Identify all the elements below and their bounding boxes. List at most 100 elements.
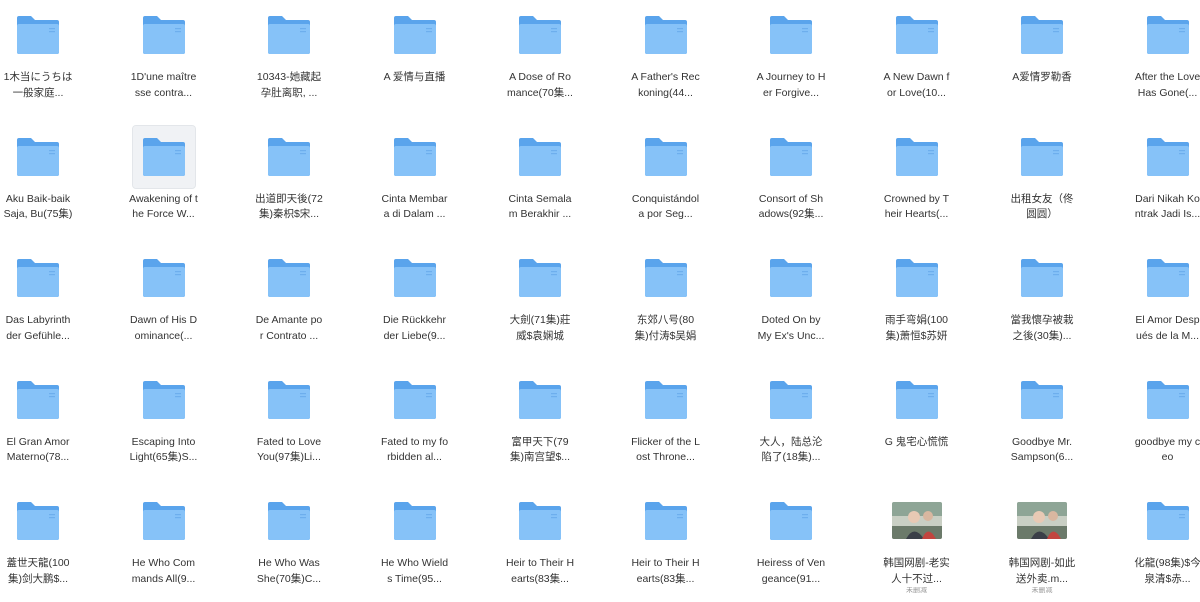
video-file-item[interactable]: 韩国网剧-如此送外卖.m... 未删减: [994, 490, 1090, 593]
folder-item[interactable]: 雨手弯娟(100集)萧恒$苏妍: [869, 247, 965, 344]
item-thumbnail[interactable]: [1137, 490, 1199, 552]
item-thumbnail[interactable]: [1137, 4, 1199, 66]
item-thumbnail[interactable]: [760, 369, 822, 431]
folder-item[interactable]: Cinta Membara di Dalam ...: [367, 126, 463, 223]
folder-item[interactable]: Fated to Love You(97集)Li...: [241, 369, 337, 466]
item-thumbnail[interactable]: [258, 4, 320, 66]
folder-item[interactable]: 大人，陆总沦陷了(18集)...: [743, 369, 839, 466]
item-thumbnail[interactable]: [258, 126, 320, 188]
item-thumbnail[interactable]: [509, 126, 571, 188]
folder-item[interactable]: Fated to my forbidden al...: [367, 369, 463, 466]
folder-item[interactable]: El Amor Después de la M...: [1120, 247, 1200, 344]
folder-item[interactable]: Aku Baik-baik Saja, Bu(75集): [0, 126, 86, 223]
folder-item[interactable]: Flicker of the Lost Throne...: [618, 369, 714, 466]
item-thumbnail[interactable]: [258, 490, 320, 552]
folder-item[interactable]: Heir to Their Hearts(83集...: [492, 490, 588, 587]
folder-item[interactable]: 10343-她藏起孕肚离职, ...: [241, 4, 337, 101]
folder-item[interactable]: Awakening of the Force W...: [116, 124, 212, 223]
item-thumbnail[interactable]: [1137, 247, 1199, 309]
item-thumbnail[interactable]: [384, 369, 446, 431]
folder-item[interactable]: 化龍(98集)$今泉清$赤...: [1120, 490, 1200, 587]
item-thumbnail[interactable]: [1011, 369, 1073, 431]
folder-item[interactable]: Das Labyrinth der Gefühle...: [0, 247, 86, 344]
folder-item[interactable]: He Who Was She(70集)C...: [241, 490, 337, 587]
folder-item[interactable]: A爱情罗勒香: [994, 4, 1090, 86]
item-thumbnail[interactable]: [1137, 126, 1199, 188]
folder-item[interactable]: Doted On by My Ex's Unc...: [743, 247, 839, 344]
item-thumbnail[interactable]: [760, 247, 822, 309]
folder-item[interactable]: 大劍(71集)莊威$袁娴城: [492, 247, 588, 344]
folder-item[interactable]: El Gran Amor Materno(78...: [0, 369, 86, 466]
folder-item[interactable]: 1D'une maîtresse contra...: [116, 4, 212, 101]
item-thumbnail[interactable]: [131, 124, 196, 189]
folder-item[interactable]: He Who Commands All(9...: [116, 490, 212, 587]
item-thumbnail[interactable]: [1011, 4, 1073, 66]
folder-item[interactable]: A Journey to Her Forgive...: [743, 4, 839, 101]
folder-item[interactable]: 當我懷孕被栽之後(30集)...: [994, 247, 1090, 344]
folder-item[interactable]: Crowned by Their Hearts(...: [869, 126, 965, 223]
folder-item[interactable]: Conquistándola por Seg...: [618, 126, 714, 223]
item-thumbnail[interactable]: [133, 4, 195, 66]
item-thumbnail[interactable]: [7, 490, 69, 552]
item-thumbnail[interactable]: [509, 490, 571, 552]
folder-item[interactable]: He Who Wields Time(95...: [367, 490, 463, 587]
item-thumbnail[interactable]: [886, 247, 948, 309]
item-thumbnail[interactable]: [133, 247, 195, 309]
item-thumbnail[interactable]: [1137, 369, 1199, 431]
item-thumbnail[interactable]: [1011, 247, 1073, 309]
folder-item[interactable]: Die Rückkehr der Liebe(9...: [367, 247, 463, 344]
folder-item[interactable]: 1木当にうちは一般家庭...: [0, 4, 86, 101]
folder-item[interactable]: Heir to Their Hearts(83集...: [618, 490, 714, 587]
item-thumbnail[interactable]: [886, 490, 948, 552]
folder-item[interactable]: 东郊八号(80集)付涛$吴娟: [618, 247, 714, 344]
folder-item[interactable]: 出租女友（佟圆圆）: [994, 126, 1090, 223]
folder-item[interactable]: A Dose of Romance(70集...: [492, 4, 588, 101]
folder-item[interactable]: De Amante por Contrato ...: [241, 247, 337, 344]
folder-item[interactable]: 出道即天後(72集)秦枳$宋...: [241, 126, 337, 223]
item-thumbnail[interactable]: [384, 490, 446, 552]
item-thumbnail[interactable]: [1011, 126, 1073, 188]
folder-item[interactable]: goodbye my ceo: [1120, 369, 1200, 466]
item-thumbnail[interactable]: [635, 247, 697, 309]
item-thumbnail[interactable]: [384, 247, 446, 309]
item-thumbnail[interactable]: [384, 4, 446, 66]
item-thumbnail[interactable]: [7, 369, 69, 431]
item-thumbnail[interactable]: [886, 126, 948, 188]
folder-item[interactable]: Heiress of Vengeance(91...: [743, 490, 839, 587]
folder-item[interactable]: A 爱情与直播: [367, 4, 463, 86]
item-thumbnail[interactable]: [635, 4, 697, 66]
folder-item[interactable]: After the Love Has Gone(...: [1120, 4, 1200, 101]
folder-item[interactable]: Dawn of His Dominance(...: [116, 247, 212, 344]
item-thumbnail[interactable]: [7, 247, 69, 309]
video-file-item[interactable]: 韩国网剧-老实人十不过... 未删减: [869, 490, 965, 593]
item-thumbnail[interactable]: [886, 369, 948, 431]
item-thumbnail[interactable]: [760, 490, 822, 552]
item-thumbnail[interactable]: [1011, 490, 1073, 552]
item-thumbnail[interactable]: [509, 247, 571, 309]
folder-item[interactable]: A New Dawn for Love(10...: [869, 4, 965, 101]
folder-item[interactable]: Escaping Into Light(65集)S...: [116, 369, 212, 466]
folder-item[interactable]: Consort of Shadows(92集...: [743, 126, 839, 223]
item-thumbnail[interactable]: [133, 369, 195, 431]
item-thumbnail[interactable]: [635, 126, 697, 188]
item-thumbnail[interactable]: [635, 490, 697, 552]
folder-item[interactable]: A Father's Reckoning(44...: [618, 4, 714, 101]
folder-item[interactable]: Cinta Semalam Berakhir ...: [492, 126, 588, 223]
folder-item[interactable]: Dari Nikah Kontrak Jadi Is...: [1120, 126, 1200, 223]
item-thumbnail[interactable]: [760, 4, 822, 66]
item-thumbnail[interactable]: [258, 369, 320, 431]
item-thumbnail[interactable]: [509, 369, 571, 431]
item-thumbnail[interactable]: [384, 126, 446, 188]
folder-item[interactable]: 蓋世天龍(100集)剑大鹏$...: [0, 490, 86, 587]
folder-item[interactable]: Goodbye Mr. Sampson(6...: [994, 369, 1090, 466]
item-thumbnail[interactable]: [133, 490, 195, 552]
folder-item[interactable]: G 鬼宅心慌慌: [869, 369, 965, 451]
item-thumbnail[interactable]: [7, 4, 69, 66]
item-thumbnail[interactable]: [258, 247, 320, 309]
item-thumbnail[interactable]: [509, 4, 571, 66]
folder-item[interactable]: 富甲天下(79集)南宫望$...: [492, 369, 588, 466]
item-thumbnail[interactable]: [760, 126, 822, 188]
item-thumbnail[interactable]: [635, 369, 697, 431]
item-thumbnail[interactable]: [7, 126, 69, 188]
item-thumbnail[interactable]: [886, 4, 948, 66]
